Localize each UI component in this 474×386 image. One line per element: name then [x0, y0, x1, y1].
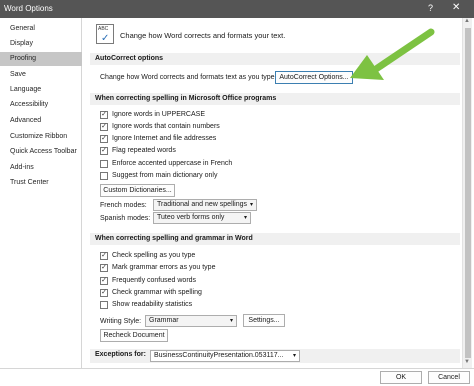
annotation-arrow-icon [350, 28, 435, 80]
